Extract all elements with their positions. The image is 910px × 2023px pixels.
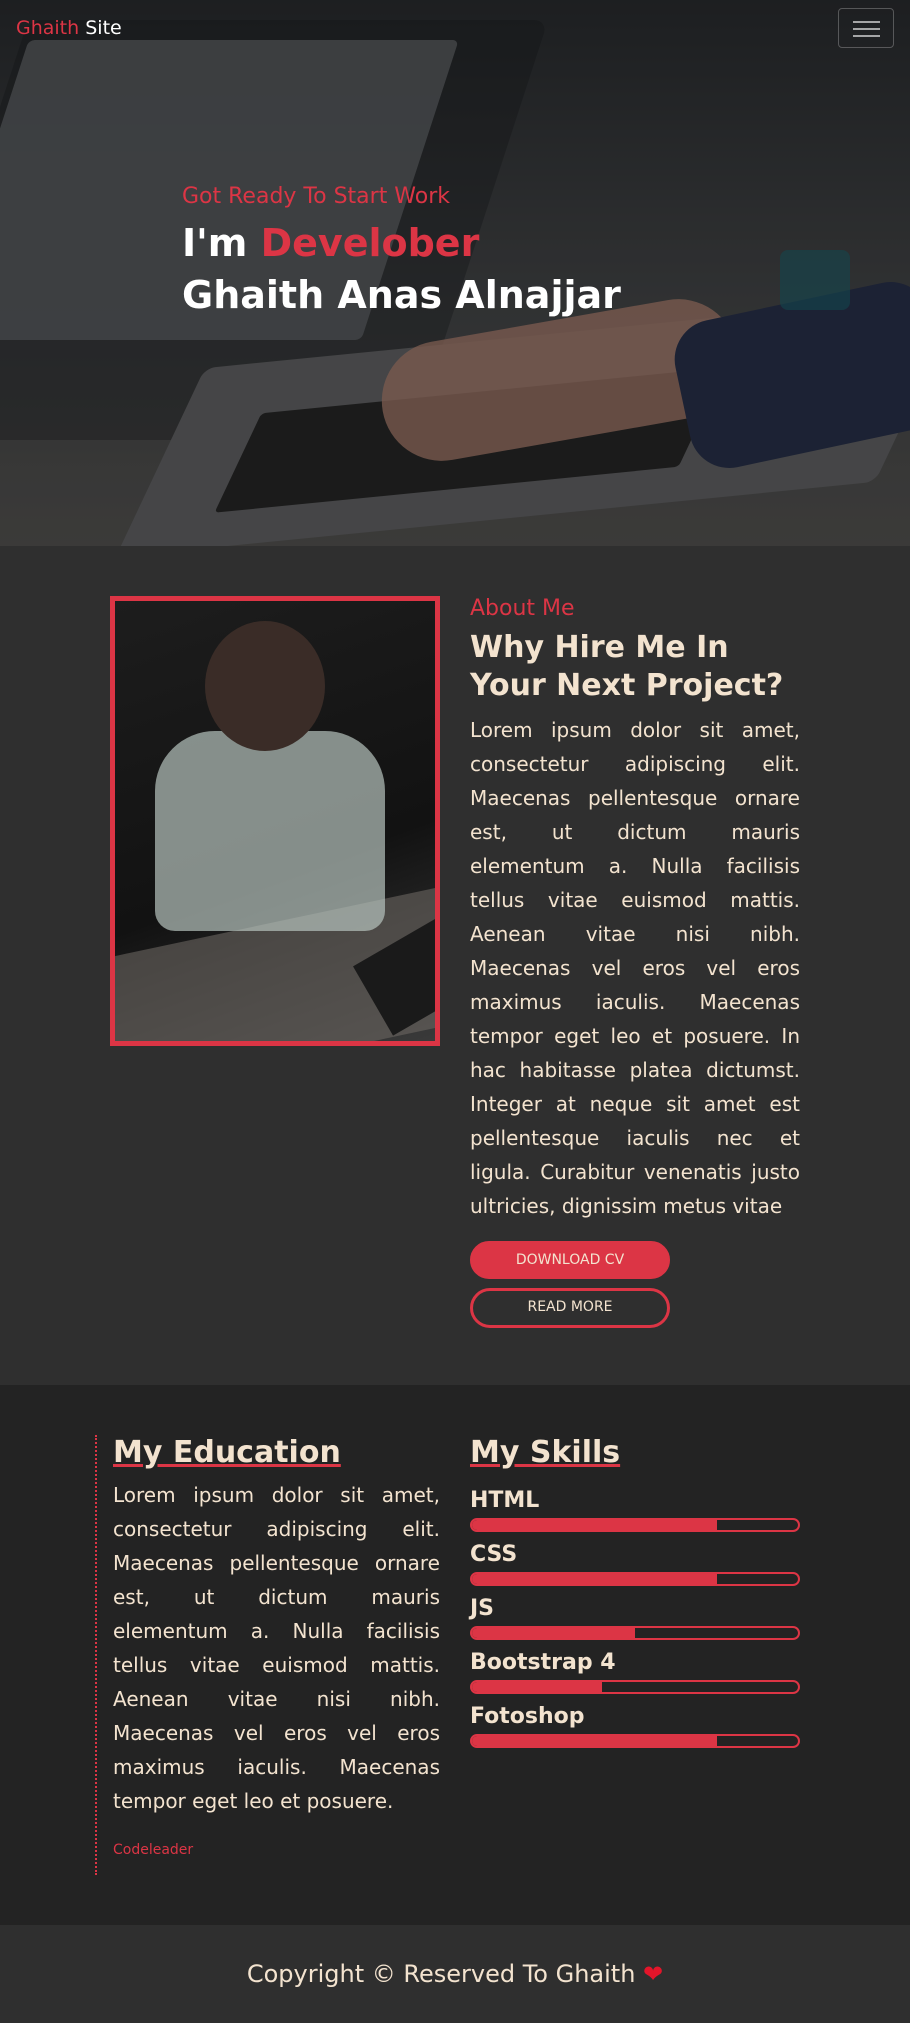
- education-block: My Education Lorem ipsum dolor sit amet,…: [95, 1435, 440, 1875]
- skill-item: CSS: [470, 1542, 800, 1586]
- skill-item: HTML: [470, 1488, 800, 1532]
- education-body: Lorem ipsum dolor sit amet, consectetur …: [113, 1483, 440, 1813]
- hero-name: Ghaith Anas Alnajjar: [182, 273, 621, 317]
- skill-progress-bar: [470, 1626, 800, 1640]
- skill-fill: [472, 1520, 717, 1530]
- hero-section: Got Ready To Start Work I'm Develober Gh…: [0, 0, 910, 546]
- hero-role-line: I'm Develober: [182, 221, 480, 265]
- download-cv-button[interactable]: DOWNLOAD CV: [470, 1241, 670, 1279]
- education-title: My Education: [113, 1435, 341, 1470]
- skill-progress-bar: [470, 1680, 800, 1694]
- copyright-text: Copyright © Reserved To Ghaith ❤: [246, 1960, 664, 1988]
- skill-name: JS: [470, 1596, 495, 1621]
- skill-item: JS: [470, 1596, 800, 1640]
- skills-title: My Skills: [470, 1435, 621, 1470]
- skill-name: Bootstrap 4: [470, 1650, 616, 1675]
- skill-progress-bar: [470, 1572, 800, 1586]
- skill-name: HTML: [470, 1488, 540, 1513]
- brand-logo[interactable]: Ghaith Site: [16, 17, 122, 39]
- about-label: About Me: [470, 596, 575, 621]
- hero-text: Got Ready To Start Work I'm Develober Gh…: [182, 184, 621, 321]
- hero-subtitle: Got Ready To Start Work: [182, 184, 451, 209]
- hamburger-icon: [853, 21, 880, 23]
- hero-role: Develober: [260, 221, 480, 265]
- about-body: Lorem ipsum dolor sit amet, consectetur …: [470, 718, 800, 1218]
- skills-block: My Skills HTML CSS JS Bootstrap 4 Fotosh…: [470, 1435, 800, 1758]
- heart-icon: ❤: [643, 1960, 664, 1988]
- navbar: Ghaith Site: [0, 0, 910, 56]
- skill-fill: [472, 1682, 603, 1692]
- footer: Copyright © Reserved To Ghaith ❤: [0, 1925, 910, 2023]
- education-link[interactable]: Codeleader: [113, 1842, 440, 1858]
- skill-fill: [472, 1736, 717, 1746]
- menu-toggle-button[interactable]: [838, 8, 894, 48]
- brand-first: Ghaith: [16, 17, 80, 39]
- about-title: Why Hire Me In Your Next Project?: [470, 630, 784, 703]
- brand-second: Site: [79, 17, 122, 39]
- skill-item: Fotoshop: [470, 1704, 800, 1748]
- about-content: About Me Why Hire Me In Your Next Projec…: [470, 596, 800, 1328]
- read-more-button[interactable]: READ MORE: [470, 1288, 670, 1328]
- skill-fill: [472, 1574, 717, 1584]
- skill-item: Bootstrap 4: [470, 1650, 800, 1694]
- skill-progress-bar: [470, 1734, 800, 1748]
- skill-fill: [472, 1628, 635, 1638]
- education-skills-section: My Education Lorem ipsum dolor sit amet,…: [0, 1385, 910, 1925]
- about-section: About Me Why Hire Me In Your Next Projec…: [0, 546, 910, 1385]
- skill-progress-bar: [470, 1518, 800, 1532]
- skill-name: CSS: [470, 1542, 518, 1567]
- skill-name: Fotoshop: [470, 1704, 585, 1729]
- profile-photo: [110, 596, 440, 1046]
